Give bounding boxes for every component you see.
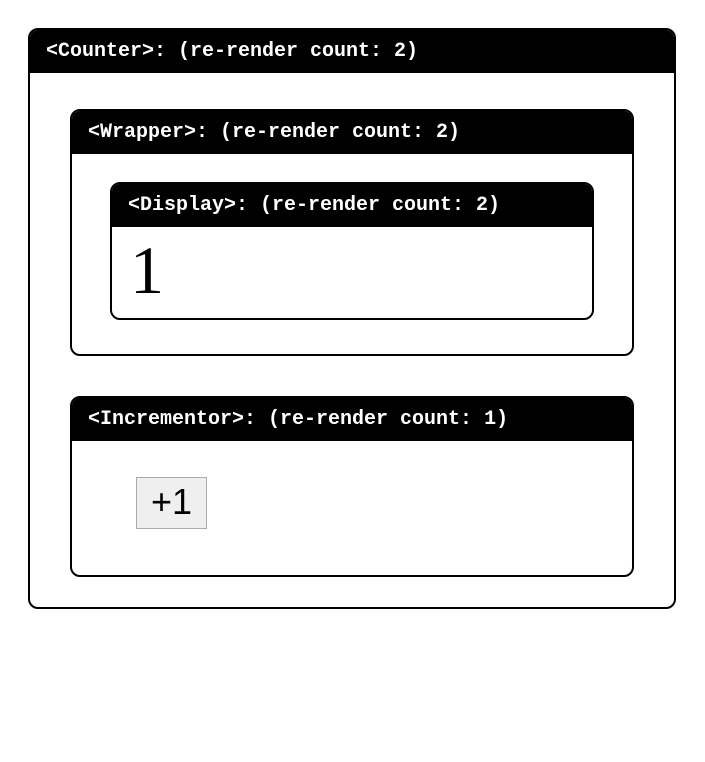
display-value: 1 <box>130 235 574 306</box>
counter-header: <Counter>: (re-render count: 2) <box>30 30 674 73</box>
display-panel: <Display>: (re-render count: 2) 1 <box>110 182 594 320</box>
wrapper-header: <Wrapper>: (re-render count: 2) <box>72 111 632 154</box>
display-header: <Display>: (re-render count: 2) <box>112 184 592 227</box>
display-body: 1 <box>112 227 592 318</box>
incrementor-header: <Incrementor>: (re-render count: 1) <box>72 398 632 441</box>
increment-button[interactable]: +1 <box>136 477 207 529</box>
wrapper-body: <Display>: (re-render count: 2) 1 <box>72 154 632 354</box>
incrementor-panel: <Incrementor>: (re-render count: 1) +1 <box>70 396 634 577</box>
incrementor-body: +1 <box>72 441 632 575</box>
counter-panel: <Counter>: (re-render count: 2) <Wrapper… <box>28 28 676 609</box>
counter-body: <Wrapper>: (re-render count: 2) <Display… <box>30 73 674 607</box>
wrapper-panel: <Wrapper>: (re-render count: 2) <Display… <box>70 109 634 356</box>
